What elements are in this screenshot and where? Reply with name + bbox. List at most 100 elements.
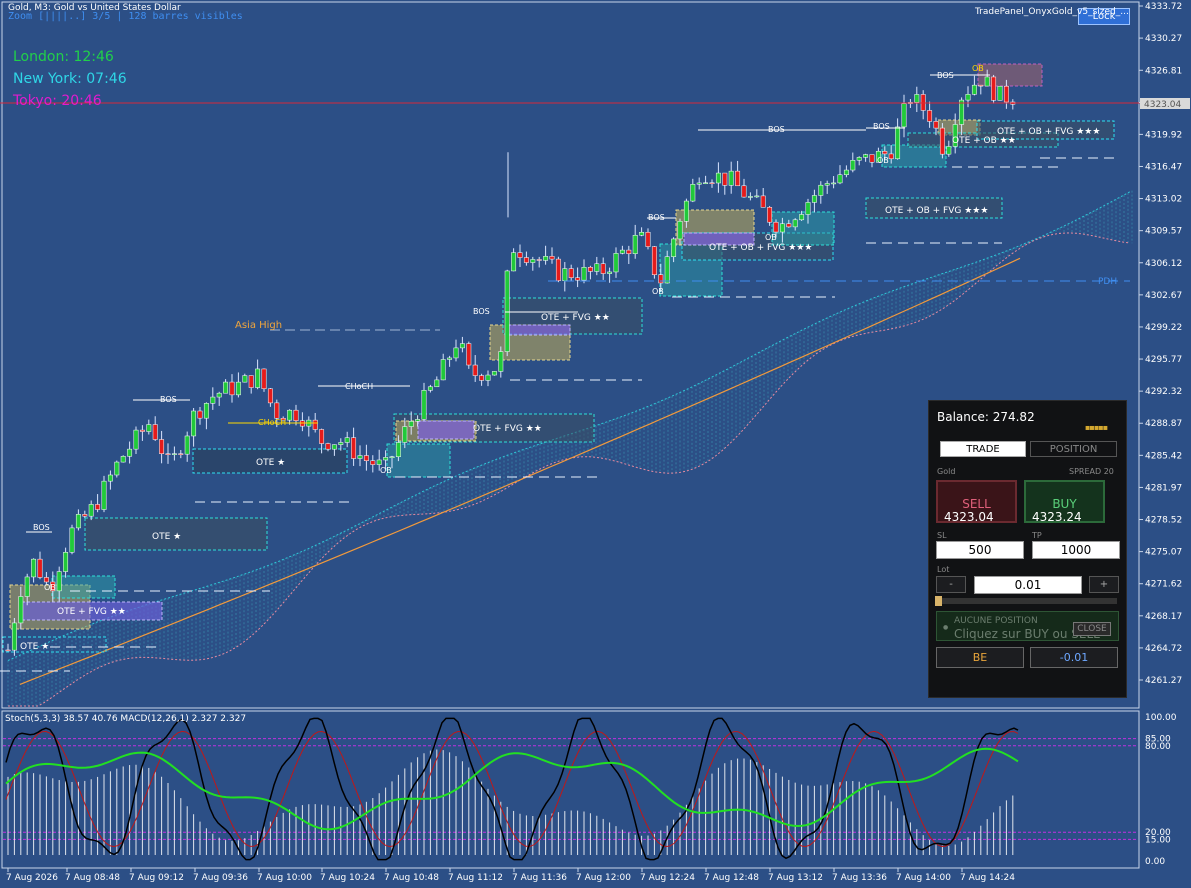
- price-tick-label: 4275.07: [1145, 548, 1182, 558]
- price-tick-label: 4261.27: [1145, 676, 1182, 686]
- bear-candle: [1003, 85, 1009, 103]
- bear-candle: [248, 375, 254, 388]
- bull-candle: [683, 200, 689, 222]
- lot-slider-track[interactable]: [937, 598, 1117, 604]
- bos-label: BOS: [768, 125, 785, 134]
- time-tick-label: 7 Aug 11:12: [448, 873, 503, 883]
- bull-candle: [715, 172, 721, 184]
- asia-high-label: Asia High: [235, 320, 282, 331]
- bear-candle: [5, 649, 11, 652]
- bull-candle: [843, 169, 849, 176]
- bear-candle: [152, 424, 158, 440]
- bull-candle: [671, 238, 677, 257]
- lot-increase-button[interactable]: +: [1089, 576, 1119, 593]
- bull-candle: [543, 256, 549, 261]
- indicator-header: Stoch(5,3,3) 38.57 40.76 MACD(12,26,1) 2…: [5, 714, 247, 724]
- time-tick-label: 7 Aug 09:36: [193, 873, 248, 883]
- bull-candle: [805, 202, 811, 215]
- ob-label: OB: [380, 466, 392, 475]
- zoom-indicator[interactable]: Zoom [||||..] 3/5 | 128 barres visibles: [8, 11, 243, 22]
- indicator-level-label: 15.00: [1145, 835, 1171, 845]
- bull-candle: [895, 126, 901, 160]
- bear-candle: [735, 170, 741, 187]
- bull-candle: [971, 84, 977, 95]
- bull-candle: [863, 154, 869, 158]
- choch-label: CHoCH: [345, 382, 373, 391]
- bear-candle: [549, 256, 555, 260]
- bear-candle: [523, 257, 529, 263]
- price-tick-label: 4271.62: [1145, 580, 1182, 590]
- bos-label: BOS: [873, 122, 890, 131]
- sell-button[interactable]: SELL 4323.04: [936, 480, 1017, 524]
- bull-candle: [440, 359, 446, 381]
- tab-trade[interactable]: TRADE: [940, 441, 1026, 457]
- no-position-title: AUCUNE POSITION: [954, 616, 1038, 626]
- bear-candle: [178, 453, 184, 455]
- breakeven-button[interactable]: BE: [936, 647, 1024, 668]
- bull-candle: [485, 374, 491, 381]
- bull-candle: [747, 196, 753, 198]
- indicator-level-label: 0.00: [1145, 857, 1165, 867]
- bull-candle: [421, 390, 427, 420]
- fvg-zone: [507, 324, 571, 336]
- bear-candle: [645, 231, 651, 247]
- zone-label: OTE ★: [152, 532, 181, 542]
- bear-candle: [159, 439, 165, 454]
- bear-candle: [920, 94, 926, 111]
- newyork-session-clock: New York: 07:46: [13, 71, 127, 87]
- lot-slider-thumb[interactable]: [935, 596, 942, 606]
- tp-input[interactable]: 1000: [1032, 541, 1120, 559]
- bull-candle: [607, 271, 613, 274]
- close-position-button[interactable]: CLOSE: [1073, 622, 1111, 636]
- bull-candle: [856, 157, 862, 161]
- london-session-clock: London: 12:46: [13, 49, 114, 65]
- bull-candle: [408, 421, 414, 427]
- zone-label: OTE ★: [20, 642, 49, 652]
- trade-panel-title: TradePanel_OnyxGold_v5_sized_...: [975, 7, 1129, 17]
- bull-candle: [664, 256, 670, 284]
- time-tick-label: 7 Aug 11:36: [512, 873, 567, 883]
- bull-candle: [133, 429, 139, 450]
- price-tick-label: 4306.12: [1145, 259, 1182, 269]
- bear-candle: [626, 249, 632, 254]
- bull-candle: [754, 195, 760, 198]
- ob-label: OB: [652, 287, 664, 296]
- bear-candle: [991, 76, 997, 101]
- bull-candle: [210, 396, 216, 404]
- bear-candle: [587, 266, 593, 272]
- bear-candle: [479, 375, 485, 381]
- bull-candle: [997, 85, 1003, 101]
- bull-candle: [357, 455, 363, 459]
- bear-candle: [882, 150, 888, 155]
- bear-candle: [978, 84, 984, 87]
- buy-button[interactable]: BUY 4323.24: [1024, 480, 1105, 524]
- lot-input[interactable]: 0.01: [974, 576, 1082, 594]
- sl-input[interactable]: 500: [936, 541, 1024, 559]
- bull-candle: [235, 381, 241, 396]
- bear-candle: [741, 185, 747, 198]
- tab-position[interactable]: POSITION: [1030, 441, 1117, 457]
- bear-candle: [472, 364, 478, 376]
- bear-candle: [37, 558, 43, 578]
- bear-candle: [82, 514, 88, 517]
- bear-candle: [888, 153, 894, 160]
- time-tick-label: 7 Aug 13:12: [768, 873, 823, 883]
- bull-candle: [24, 576, 30, 597]
- time-tick-label: 7 Aug 2026: [6, 873, 58, 883]
- bear-candle: [658, 274, 664, 284]
- price-tick-label: 4281.97: [1145, 483, 1182, 493]
- bos-label: BOS: [648, 213, 665, 222]
- lot-decrease-button[interactable]: -: [936, 576, 966, 593]
- lot-label: Lot: [937, 565, 950, 574]
- bull-candle: [511, 252, 517, 272]
- bull-candle: [530, 259, 536, 263]
- price-tick-label: 4295.77: [1145, 355, 1182, 365]
- bos-label: BOS: [160, 395, 177, 404]
- bull-candle: [203, 403, 209, 419]
- bear-candle: [351, 437, 357, 459]
- time-tick-label: 7 Aug 13:36: [832, 873, 887, 883]
- newyork-session-label: New York: 07:46: [13, 71, 127, 87]
- time-tick-label: 7 Aug 10:00: [257, 873, 312, 883]
- pdh-label: PDH: [1098, 277, 1117, 287]
- bear-candle: [95, 504, 101, 510]
